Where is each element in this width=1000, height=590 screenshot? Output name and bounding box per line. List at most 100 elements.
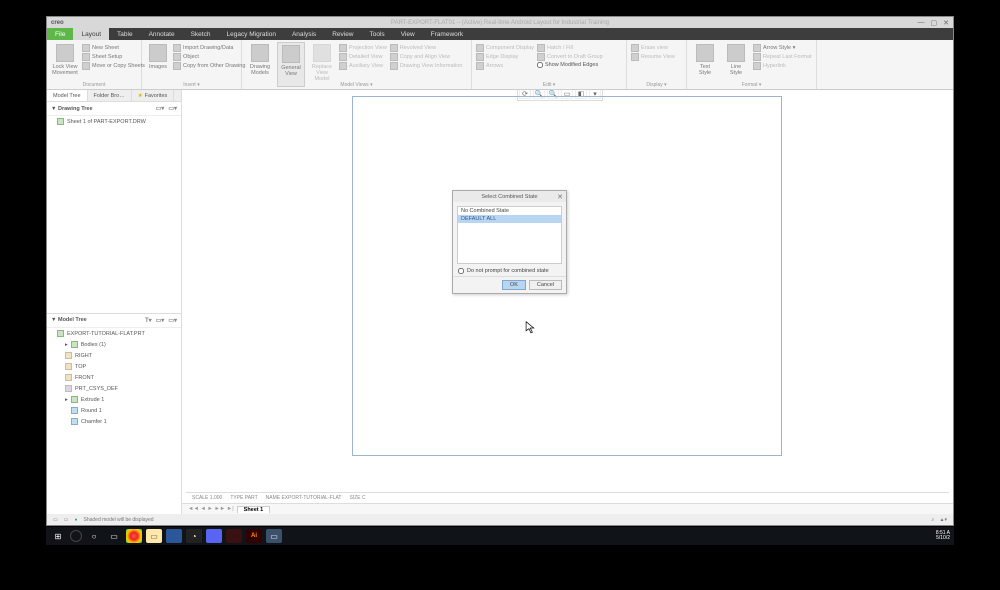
app-name: creo [51, 20, 64, 26]
tab-analysis[interactable]: Analysis [284, 28, 324, 40]
illustrator-icon[interactable]: Ai [246, 529, 262, 543]
clock-date: 5/10/2 [936, 536, 950, 542]
move-icon [82, 62, 90, 70]
textstyle-icon [696, 44, 714, 62]
tab-view[interactable]: View [393, 28, 423, 40]
sidebar-tab-model-tree[interactable]: Model Tree [47, 90, 88, 101]
tab-tools[interactable]: Tools [362, 28, 393, 40]
copy-other[interactable]: Copy from Other Drawing [173, 62, 245, 70]
copy-icon [173, 62, 181, 70]
drawing-tree-item[interactable]: Sheet 1 of PART-EXPORT.DRW [47, 116, 181, 127]
taskbar: ⊞ ○ ▭ ▭ ◔ Ai ▭ 8:51 A 5/10/2 [46, 527, 954, 545]
file-menu[interactable]: File [47, 28, 73, 40]
app-icon[interactable] [226, 529, 242, 543]
drawing-view-info: Drawing View Information [390, 62, 463, 70]
replace-icon [313, 44, 331, 62]
sheet-nav[interactable]: ◄◄ ◄ ► ►► ►| [188, 506, 234, 512]
ok-button[interactable]: OK [502, 280, 526, 290]
drawing-models[interactable]: Drawing Models [246, 42, 274, 87]
cancel-button[interactable]: Cancel [529, 280, 562, 290]
models-icon [251, 44, 269, 62]
cortana-icon[interactable]: ○ [86, 529, 102, 543]
tool-icon[interactable]: T▾ [145, 317, 152, 324]
search-icon[interactable] [70, 530, 82, 542]
tool-icon[interactable]: ▭▾ [156, 105, 165, 112]
text-style[interactable]: Text Style [691, 42, 719, 87]
image-icon [149, 44, 167, 62]
tree-item[interactable]: Round 1 [47, 405, 181, 416]
ribbon: Lock View Movement New Sheet Sheet Setup… [47, 40, 953, 90]
tab-framework[interactable]: Framework [423, 28, 472, 40]
detailed-view: Detailed View [339, 53, 387, 61]
sidebar-tab-favorites[interactable]: ★Favorites [132, 90, 175, 101]
images-button[interactable]: Images [146, 42, 170, 87]
tool-icon[interactable]: ▭▾ [168, 317, 177, 324]
linestyle-icon [727, 44, 745, 62]
tree-item[interactable]: FRONT [47, 372, 181, 383]
tab-review[interactable]: Review [324, 28, 361, 40]
tab-table[interactable]: Table [109, 28, 141, 40]
tab-layout[interactable]: Layout [73, 28, 109, 40]
search-icon[interactable]: ⌕ [931, 517, 934, 523]
info-icon[interactable]: ▭ [53, 517, 58, 523]
titlebar: creo PART-EXPORT-FLAT01 – (Active) Real-… [47, 17, 953, 28]
close-icon[interactable]: ✕ [943, 19, 949, 27]
infobar: ▭ ▭ ● Shaded model will be displayed ⌕ ▲… [47, 514, 953, 525]
creo-task-icon[interactable]: ▭ [266, 529, 282, 543]
list-item-selected[interactable]: DEFAULT ALL [458, 215, 561, 223]
revolved-view: Revolved View [390, 44, 463, 52]
status-scale: SCALE 1.000 [192, 495, 222, 501]
repeat-last-format: Repeat Last Format [753, 53, 812, 61]
system-tray[interactable]: 8:51 A 5/10/2 [936, 531, 950, 542]
sheet-setup[interactable]: Sheet Setup [82, 53, 145, 61]
genview-icon [282, 45, 300, 63]
tab-legacy[interactable]: Legacy Migration [218, 28, 284, 40]
sheet-icon [82, 44, 90, 52]
sidebar-tab-folder[interactable]: Folder Bro… [88, 90, 132, 101]
tree-root[interactable]: EXPORT-TUTORIAL-FLAT.PRT [47, 328, 181, 339]
start-icon[interactable]: ⊞ [50, 529, 66, 543]
tree-item[interactable]: ▸ Bodies (1) [47, 339, 181, 350]
dialog-list[interactable]: No Combined State DEFAULT ALL [457, 206, 562, 264]
replace-view-model: Replace View Model [308, 42, 336, 87]
minimize-icon[interactable]: — [918, 19, 925, 27]
show-modified-checkbox[interactable] [537, 62, 543, 68]
sheet-tab[interactable]: Sheet 1 [237, 506, 271, 513]
tree-item[interactable]: TOP [47, 361, 181, 372]
tree-item[interactable]: PRT_CSYS_DEF [47, 383, 181, 394]
dialog-checkbox[interactable] [458, 268, 464, 274]
tab-annotate[interactable]: Annotate [141, 28, 183, 40]
copy-align-view: Copy and Align View [390, 53, 463, 61]
tree-item[interactable]: RIGHT [47, 350, 181, 361]
tab-sketch[interactable]: Sketch [183, 28, 219, 40]
tool-icon[interactable]: ▭▾ [156, 317, 165, 324]
object-item[interactable]: Object [173, 53, 245, 61]
explorer-icon[interactable]: ▭ [146, 529, 162, 543]
dialog-checkbox-row[interactable]: Do not prompt for combined state [458, 268, 561, 274]
setup-icon [82, 53, 90, 61]
tree-item[interactable]: Chamfer 1 [47, 416, 181, 427]
taskview-icon[interactable]: ▭ [106, 529, 122, 543]
arrow-style[interactable]: Arrow Style ▾ [753, 44, 812, 52]
line-style[interactable]: Line Style [722, 42, 750, 87]
info-icon[interactable]: ▭ [64, 517, 69, 523]
discord-icon[interactable] [206, 529, 222, 543]
github-icon[interactable]: ◔ [186, 529, 202, 543]
import-drawing[interactable]: Import Drawing/Data [173, 44, 245, 52]
move-copy-sheets[interactable]: Move or Copy Sheets [82, 62, 145, 70]
show-modified-edges[interactable]: Show Modified Edges [537, 62, 603, 68]
word-icon[interactable] [166, 529, 182, 543]
maximize-icon[interactable]: ▢ [931, 19, 938, 27]
filter-icon[interactable]: ▲▾ [940, 517, 947, 523]
tool-icon[interactable]: ▭▾ [168, 105, 177, 112]
new-sheet[interactable]: New Sheet [82, 44, 145, 52]
dialog-close-icon[interactable]: ✕ [557, 193, 563, 201]
list-item[interactable]: No Combined State [458, 207, 561, 215]
status-name: NAME EXPORT-TUTORIAL-FLAT [266, 495, 342, 501]
tree-item[interactable]: ▸ Extrude 1 [47, 394, 181, 405]
chrome-icon[interactable] [126, 529, 142, 543]
drawing-canvas[interactable]: ⟳ 🔍 🔍 ▭ ◧ ▾ Select Combined State ✕ No C… [182, 90, 953, 514]
general-view[interactable]: General View [277, 42, 305, 87]
erase-view: Erase view [631, 44, 675, 52]
lock-view-button[interactable]: Lock View Movement [51, 42, 79, 87]
